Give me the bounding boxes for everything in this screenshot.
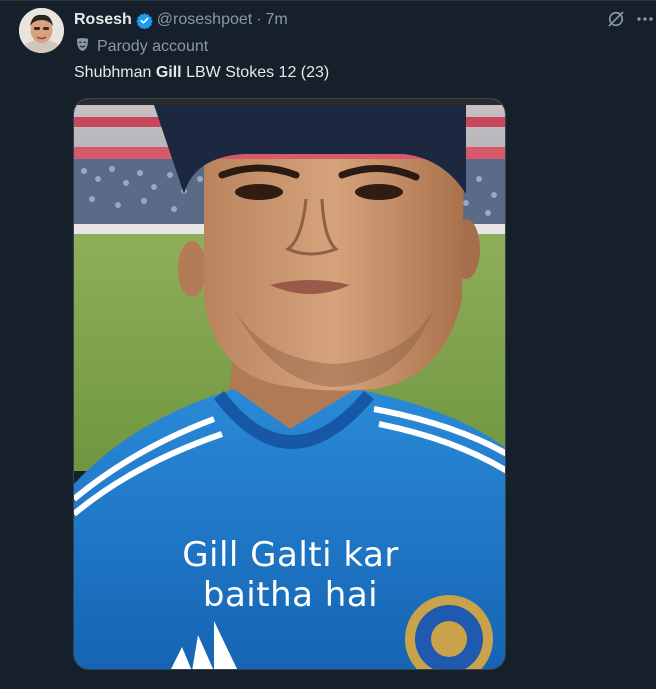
tweet-media-image[interactable]: Gill Galti kar baitha hai (73, 98, 506, 670)
tweet-text-start: Shubhman (74, 64, 156, 81)
media-caption-line1: Gill Galti kar (182, 535, 399, 575)
grok-icon[interactable] (606, 9, 626, 29)
divider (0, 0, 656, 1)
tweet-header: Rosesh @roseshpoet · 7m (74, 9, 288, 31)
media-caption-line2: baitha hai (202, 575, 379, 615)
avatar[interactable] (19, 8, 64, 53)
more-icon[interactable] (636, 9, 654, 29)
separator-dot: · (256, 11, 262, 28)
tweet-text: Shubhman Gill LBW Stokes 12 (23) (74, 64, 329, 82)
tweet-text-end: LBW Stokes 12 (23) (181, 64, 330, 81)
author-handle[interactable]: @roseshpoet (157, 11, 252, 29)
verified-badge-icon[interactable] (136, 12, 153, 29)
tweet-timestamp[interactable]: 7m (266, 11, 288, 29)
parody-mask-icon (74, 36, 91, 58)
parody-text: Parody account (97, 38, 209, 55)
parody-label: Parody account (74, 36, 208, 58)
author-display-name[interactable]: Rosesh (74, 11, 132, 29)
tweet-text-bold: Gill (155, 64, 182, 81)
